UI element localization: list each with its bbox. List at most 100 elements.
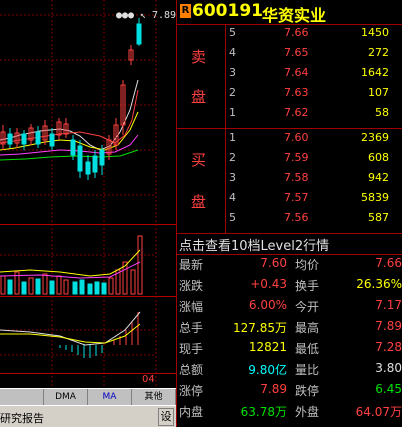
quote-value: 12821 [248,340,287,354]
separator-volume [0,224,176,225]
high-arrow-icon: ↖ [140,10,147,21]
quote-panel: R 600191 华资实业 卖 盘 5 7.66 1450 4 7.65 272… [176,0,402,427]
sell-price: 7.66 [284,26,309,39]
quote-value: 7.89 [375,319,402,333]
sell-price: 7.65 [284,46,309,59]
buy-price: 7.56 [284,211,309,224]
quote-key: 现手 [179,342,204,356]
buy-level: 3 [229,171,236,184]
quote-key: 涨幅 [179,300,204,314]
settings-button[interactable]: 设 [158,408,174,426]
sell-level: 3 [229,66,236,79]
buy-level: 4 [229,191,236,204]
quote-key: 涨停 [179,384,204,398]
bottom-toolbar: 研究报告 设 [0,405,176,427]
buy-price: 7.60 [284,131,309,144]
quote-value: 63.78万 [240,405,287,419]
quote-row: 涨幅 6.00% 今开 7.17 [177,298,402,319]
buy-volume: 587 [368,211,389,224]
quote-value: 26.36% [356,277,402,291]
sell-price: 7.62 [284,106,309,119]
quote-value: 7.60 [260,256,287,270]
stock-name: 华资实业 [262,6,327,25]
buy-order-book: 买 盘 1 7.60 2369 2 7.59 608 3 7.58 942 4 … [177,129,402,233]
sell-label-bottom: 盘 [191,88,207,106]
quote-key: 量比 [295,363,320,377]
buy-divider [225,129,226,233]
kline-chart-svg[interactable] [0,0,176,388]
buy-level: 5 [229,211,236,224]
buy-volume: 608 [368,151,389,164]
quote-value: 127.85万 [233,321,287,335]
sell-row[interactable]: 1 7.62 58 [229,106,402,126]
sell-volume: 1642 [361,66,389,79]
level2-link[interactable]: 点击查看10档Level2行情 [179,235,329,254]
sell-level: 4 [229,46,236,59]
sell-row[interactable]: 5 7.66 1450 [229,26,402,46]
quote-value: 3.80 [375,361,402,375]
buy-price: 7.58 [284,171,309,184]
buy-price: 7.57 [284,191,309,204]
sell-label-top: 卖 [191,48,207,66]
buy-level: 1 [229,131,236,144]
quote-key: 外盘 [295,405,320,419]
sell-price: 7.63 [284,86,309,99]
quote-value: 64.07万 [355,405,402,419]
quote-value: 7.28 [375,340,402,354]
buy-row[interactable]: 1 7.60 2369 [229,131,402,151]
quote-value: +0.43 [250,277,287,291]
buy-label-bottom: 盘 [191,193,207,211]
quote-key: 换手 [295,279,320,293]
quote-key: 涨跌 [179,279,204,293]
level2-divider-top [177,233,402,234]
tab-blank[interactable] [0,389,44,406]
quote-row: 总手 127.85万 最高 7.89 [177,319,402,340]
buy-price: 7.59 [284,151,309,164]
buy-volume: 942 [368,171,389,184]
quote-value: 7.66 [375,256,402,270]
quote-row: 最新 7.60 均价 7.66 [177,256,402,277]
volume-bars [0,235,143,295]
sell-level: 1 [229,106,236,119]
quote-row: 内盘 63.78万 外盘 64.07万 [177,403,402,424]
sell-row[interactable]: 2 7.63 107 [229,86,402,106]
quote-row: 总额 9.80亿 量比 3.80 [177,361,402,382]
high-marker-dots: ●●● [116,10,135,21]
quote-key: 最新 [179,258,204,272]
quote-value: 6.45 [375,382,402,396]
indicator-tab-bar: DMA MA 其他 [0,388,176,406]
high-price-label: 7.89 [152,10,176,21]
indicator-bars [0,311,141,358]
buy-row[interactable]: 2 7.59 608 [229,151,402,171]
quote-value: 7.89 [260,382,287,396]
buy-level: 2 [229,151,236,164]
volume-bottom-label: 04 [142,374,155,385]
sell-volume: 1450 [361,26,389,39]
quote-value: 9.80亿 [248,363,287,377]
quote-key: 总手 [179,321,204,335]
tab-dma[interactable]: DMA [44,389,88,406]
quote-key: 总额 [179,363,204,377]
level2-divider-bottom [177,254,402,255]
sell-row[interactable]: 4 7.65 272 [229,46,402,66]
sell-divider [225,24,226,128]
buy-row[interactable]: 4 7.57 5839 [229,191,402,211]
sell-row[interactable]: 3 7.64 1642 [229,66,402,86]
quote-key: 跌停 [295,384,320,398]
buy-volume: 5839 [361,191,389,204]
research-report-link[interactable]: 研究报告 [0,410,44,426]
sell-volume: 272 [368,46,389,59]
buy-row[interactable]: 3 7.58 942 [229,171,402,191]
quote-value: 7.17 [375,298,402,312]
sell-level: 5 [229,26,236,39]
buy-label-top: 买 [191,151,207,169]
sell-order-book: 卖 盘 5 7.66 1450 4 7.65 272 3 7.64 1642 2… [177,24,402,128]
tab-other[interactable]: 其他 [132,389,176,406]
quote-key: 内盘 [179,405,204,419]
sell-volume: 107 [368,86,389,99]
ma-line-green [0,149,139,161]
quote-key: 最高 [295,321,320,335]
buy-row[interactable]: 5 7.56 587 [229,211,402,231]
tab-ma[interactable]: MA [88,389,132,406]
kline-chart-area[interactable]: ●●● ↖ 7.89 04 DMA MA 其他 研究报告 设 [0,0,176,427]
